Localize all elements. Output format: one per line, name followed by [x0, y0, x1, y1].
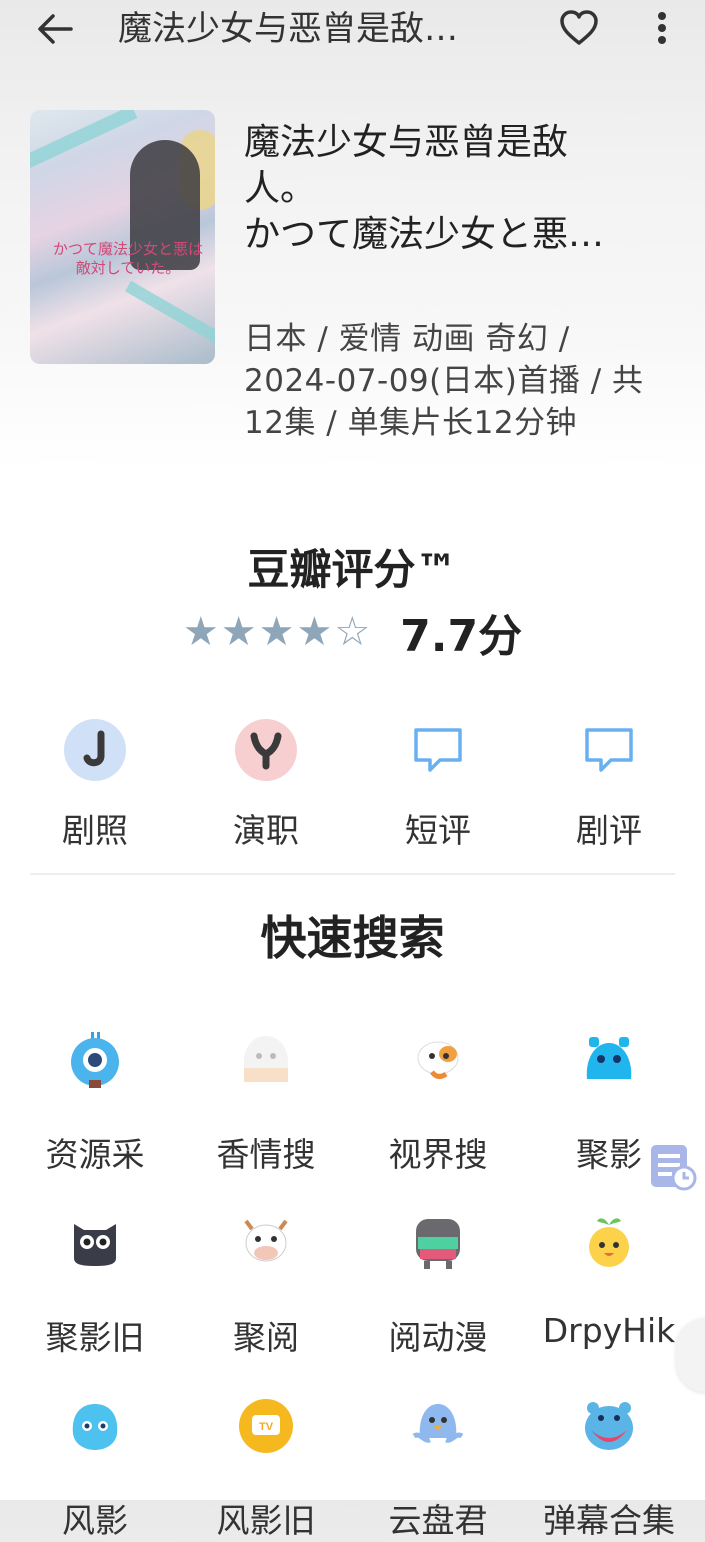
cow-icon [236, 1213, 296, 1273]
owl-icon [65, 1213, 125, 1273]
quick-search-item[interactable]: 云盘君 [353, 1396, 523, 1542]
meta-line: 日本 / 爱情 动画 奇幻 / [244, 321, 570, 357]
rating-score: 7.7分 [400, 611, 523, 662]
show-title-line: 人。 [244, 168, 317, 209]
tv-icon: TV [236, 1396, 296, 1456]
history-list-icon [651, 1145, 697, 1191]
quick-search-label: 云盘君 [388, 1501, 488, 1540]
short-comments-button[interactable]: 短评 [373, 718, 503, 852]
arrow-left-icon [38, 14, 73, 44]
quick-search-item[interactable]: 聚影旧 [10, 1213, 180, 1359]
divider [30, 873, 675, 875]
more-options-button[interactable] [645, 6, 679, 50]
quick-search-label: 资源采 [45, 1135, 145, 1174]
dog-icon [408, 1030, 468, 1090]
show-meta: 日本 / 爱情 动画 奇幻 / 2024-07-09(日本)首播 / 共 12集… [244, 318, 689, 444]
review-icon [577, 718, 641, 782]
back-button[interactable] [30, 8, 80, 50]
quick-search-item[interactable]: TV 风影旧 [181, 1396, 351, 1542]
quick-search-label: 聚阅 [233, 1318, 299, 1357]
bird-icon [408, 1396, 468, 1456]
quick-search-label: 阅动漫 [388, 1318, 488, 1357]
eye-robot-icon [65, 1030, 125, 1090]
more-vertical-icon [658, 12, 666, 44]
favorite-button[interactable] [556, 6, 602, 50]
top-app-bar: 魔法少女与恶曾是敌… [0, 0, 705, 60]
quick-search-label: 风影 [62, 1501, 128, 1540]
short-comments-label: 短评 [405, 811, 471, 850]
quick-search-label: 香情搜 [216, 1135, 316, 1174]
rating-row: ★ ★ ★ ★ ☆ 7.7分 [0, 600, 705, 664]
quick-search-label: DrpyHik [542, 1311, 676, 1350]
meta-line: 2024-07-09(日本)首播 / 共 [244, 363, 644, 399]
cast-icon [234, 718, 298, 782]
quick-search-label: 弹幕合集 [543, 1501, 675, 1540]
reviews-label: 剧评 [576, 811, 642, 850]
cast-label: 演职 [233, 811, 299, 850]
blue-blob-icon [65, 1396, 125, 1456]
reviews-button[interactable]: 剧评 [544, 718, 674, 852]
quick-search-item[interactable]: 香情搜 [181, 1030, 351, 1176]
rating-stars: ★ ★ ★ ★ ☆ [183, 612, 370, 652]
quick-search-label: 风影旧 [216, 1501, 316, 1540]
hippo-icon [579, 1396, 639, 1456]
quick-search-item[interactable]: 阅动漫 [353, 1213, 523, 1359]
star-filled-icon: ★ [182, 609, 219, 655]
poster-image[interactable]: かつて魔法少女と悪は敵対していた。 [30, 110, 215, 364]
show-title: 魔法少女与恶曾是敌 人。 かつて魔法少女と悪… [244, 120, 684, 258]
comment-icon [406, 718, 470, 782]
svg-text:TV: TV [259, 1421, 274, 1433]
star-filled-icon: ★ [296, 609, 333, 655]
poster-ribbon [30, 110, 138, 169]
poster-ribbon [125, 280, 215, 352]
quick-search-item[interactable]: DrpyHik [524, 1213, 694, 1350]
orange-sprout-icon [579, 1213, 639, 1273]
stills-icon [63, 718, 127, 782]
show-original-title: かつて魔法少女と悪… [244, 214, 605, 255]
blue-cat-icon [579, 1030, 639, 1090]
show-title-line: 魔法少女与恶曾是敌 [244, 122, 569, 163]
quick-search-item[interactable]: 弹幕合集 [524, 1396, 694, 1542]
meta-line: 12集 / 单集片长12分钟 [244, 405, 578, 441]
poster-title: かつて魔法少女と悪は敵対していた。 [52, 240, 203, 277]
heart-outline-icon [560, 10, 598, 45]
history-float-button[interactable] [648, 1142, 698, 1192]
quick-search-label: 视界搜 [388, 1135, 488, 1174]
action-row: 剧照 演职 短评 剧评 [0, 718, 705, 858]
quick-search-title: 快速搜索 [260, 911, 445, 965]
rating-title: 豆瓣评分™ [247, 545, 458, 594]
quick-search-item[interactable]: 资源采 [10, 1030, 180, 1176]
stills-label: 剧照 [62, 811, 128, 850]
robot-icon [408, 1213, 468, 1273]
quick-search-label: 聚影旧 [45, 1318, 145, 1357]
star-filled-icon: ★ [258, 609, 295, 655]
star-empty-icon: ☆ [334, 609, 371, 655]
page-title: 魔法少女与恶曾是敌… [118, 9, 458, 49]
ghost-icon [236, 1030, 296, 1090]
quick-search-item[interactable]: 聚阅 [181, 1213, 351, 1359]
cast-button[interactable]: 演职 [201, 718, 331, 852]
quick-search-item[interactable]: 风影 [10, 1396, 180, 1542]
star-filled-icon: ★ [220, 609, 257, 655]
stills-button[interactable]: 剧照 [30, 718, 160, 852]
quick-search-item[interactable]: 视界搜 [353, 1030, 523, 1176]
